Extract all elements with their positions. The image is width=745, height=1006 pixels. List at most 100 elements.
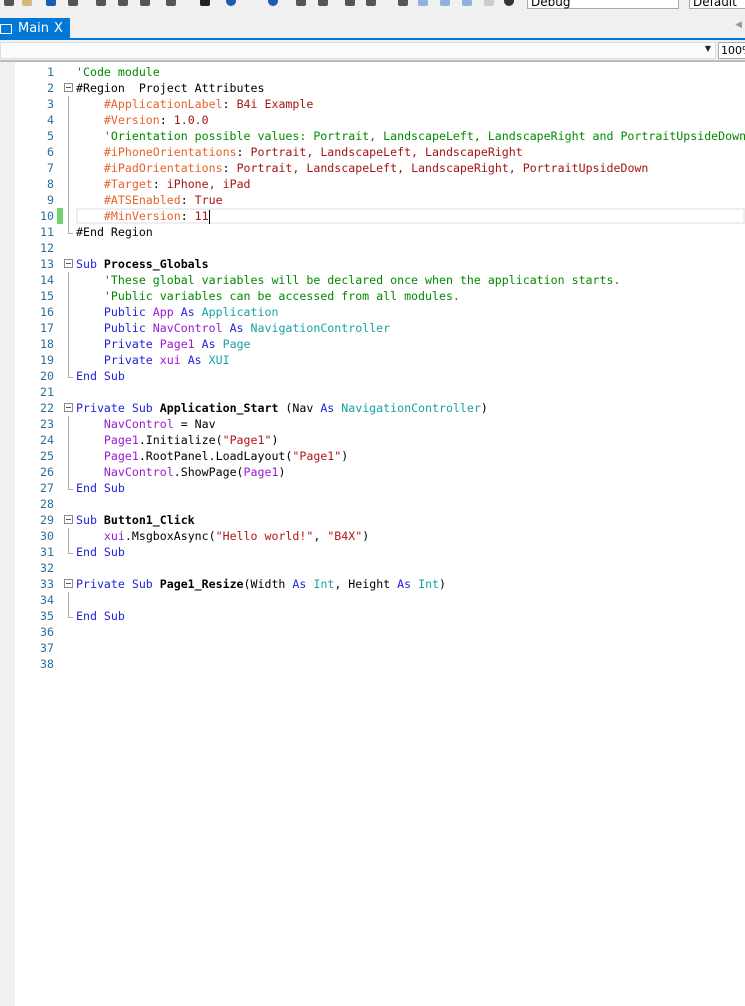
fold-toggle-icon[interactable]: [64, 83, 73, 92]
code-line[interactable]: 4 #Version: 1.0.0: [0, 112, 745, 128]
code-line[interactable]: 2 #Region Project Attributes: [0, 80, 745, 96]
code-line[interactable]: 15 'Public variables can be accessed fro…: [0, 288, 745, 304]
member-select[interactable]: ▼: [0, 42, 716, 59]
code-token: XUI: [208, 353, 230, 367]
code-line[interactable]: 1 'Code module: [0, 64, 745, 80]
code-line[interactable]: 31 End Sub: [0, 544, 745, 560]
code-line[interactable]: 7 #iPadOrientations: Portrait, Landscape…: [0, 160, 745, 176]
code-token: .ShowPage(: [173, 465, 244, 479]
line-number: 19: [40, 353, 54, 367]
paste-icon[interactable]: [140, 0, 150, 6]
code-line[interactable]: 3 #ApplicationLabel: B4i Example: [0, 96, 745, 112]
target-select[interactable]: Default: [689, 0, 745, 9]
code-line[interactable]: 27 End Sub: [0, 480, 745, 496]
code-line[interactable]: 5 'Orientation possible values: Portrait…: [0, 128, 745, 144]
code-token: 'Code module: [76, 65, 160, 79]
code-line[interactable]: 6 #iPhoneOrientations: Portrait, Landsca…: [0, 144, 745, 160]
fold-guide: [68, 224, 73, 234]
code-text: #Region Project Attributes: [76, 80, 264, 96]
step-icon[interactable]: [418, 0, 428, 6]
code-line[interactable]: 30 xui.MsgboxAsync("Hello world!", "B4X"…: [0, 528, 745, 544]
back-icon[interactable]: [226, 0, 236, 6]
code-line[interactable]: 23 NavControl = Nav: [0, 416, 745, 432]
code-line[interactable]: 24 Page1.Initialize("Page1"): [0, 432, 745, 448]
code-line[interactable]: 28: [0, 496, 745, 512]
save-icon[interactable]: [46, 0, 56, 6]
code-line[interactable]: 29 Sub Button1_Click: [0, 512, 745, 528]
fold-guide: [68, 112, 69, 128]
open-file-icon[interactable]: [22, 0, 32, 6]
undo-icon[interactable]: [166, 0, 176, 6]
code-line[interactable]: 26 NavControl.ShowPage(Page1): [0, 464, 745, 480]
code-token: Page1_Resize: [159, 577, 244, 591]
fold-toggle-icon[interactable]: [64, 515, 73, 524]
code-line[interactable]: 25 Page1.RootPanel.LoadLayout("Page1"): [0, 448, 745, 464]
tab-label: Main: [18, 21, 50, 36]
layout-icon[interactable]: [68, 0, 78, 6]
code-token: #Region Project Attributes: [76, 81, 265, 95]
fold-guide: [68, 336, 69, 352]
code-token: Page1: [159, 337, 202, 351]
code-token: Portrait, LandscapeLeft, LandscapeRight: [250, 145, 523, 159]
code-token: End Sub: [76, 609, 125, 623]
code-line[interactable]: 12: [0, 240, 745, 256]
code-line[interactable]: 17 Public NavControl As NavigationContro…: [0, 320, 745, 336]
stop-icon[interactable]: [484, 0, 494, 6]
code-line[interactable]: 33 Private Sub Page1_Resize(Width As Int,…: [0, 576, 745, 592]
close-icon[interactable]: X: [54, 18, 63, 40]
code-line[interactable]: 20 End Sub: [0, 368, 745, 384]
code-text: Sub Process_Globals: [76, 256, 209, 272]
comment-icon[interactable]: [345, 0, 355, 6]
code-token: Private Sub: [76, 401, 160, 415]
fold-guide: [68, 464, 69, 480]
build-config-select[interactable]: Debug: [527, 0, 679, 9]
forward-icon[interactable]: [268, 0, 278, 6]
code-line[interactable]: 38: [0, 656, 745, 672]
bookmark-icon[interactable]: [200, 0, 210, 6]
new-file-icon[interactable]: [4, 0, 14, 6]
cut-icon[interactable]: [118, 0, 128, 6]
code-line[interactable]: 11 #End Region: [0, 224, 745, 240]
copy-icon[interactable]: [96, 0, 106, 6]
tab-main[interactable]: Main X: [0, 18, 70, 40]
step-out-icon[interactable]: [462, 0, 472, 6]
code-line[interactable]: 9 #ATSEnabled: True: [0, 192, 745, 208]
code-line[interactable]: 34: [0, 592, 745, 608]
code-line[interactable]: 21: [0, 384, 745, 400]
run-icon[interactable]: [398, 0, 408, 6]
fold-toggle-icon[interactable]: [64, 259, 73, 268]
code-line[interactable]: 16 Public App As Application: [0, 304, 745, 320]
step-over-icon[interactable]: [440, 0, 450, 6]
code-line[interactable]: 37: [0, 640, 745, 656]
code-token: Page1: [243, 465, 279, 479]
indent-icon[interactable]: [296, 0, 306, 6]
code-line[interactable]: 18 Private Page1 As Page: [0, 336, 745, 352]
uncomment-icon[interactable]: [366, 0, 376, 6]
line-number: 6: [47, 145, 54, 159]
outdent-icon[interactable]: [318, 0, 328, 6]
code-token: ): [480, 401, 488, 415]
code-text: 'Orientation possible values: Portrait, …: [76, 128, 745, 144]
scroll-left-icon[interactable]: ◀: [735, 20, 742, 30]
code-line[interactable]: 36: [0, 624, 745, 640]
code-line[interactable]: 19 Private xui As XUI: [0, 352, 745, 368]
restart-icon[interactable]: [504, 0, 514, 6]
code-token: Int: [418, 577, 440, 591]
code-line[interactable]: 35 End Sub: [0, 608, 745, 624]
code-line[interactable]: 8 #Target: iPhone, iPad: [0, 176, 745, 192]
code-editor[interactable]: 1 'Code module 2 #Region Project Attributes…: [0, 64, 745, 672]
code-line[interactable]: 10 #MinVersion: 11: [0, 208, 745, 224]
code-line[interactable]: 14 'These global variables will be decla…: [0, 272, 745, 288]
fold-toggle-icon[interactable]: [64, 403, 73, 412]
line-number: 29: [40, 513, 54, 527]
code-line[interactable]: 13 Sub Process_Globals: [0, 256, 745, 272]
code-token: :: [222, 97, 237, 111]
code-token: B4i Example: [236, 97, 314, 111]
code-line[interactable]: 22 Private Sub Application_Start (Nav As …: [0, 400, 745, 416]
code-token: "Page1": [292, 449, 342, 463]
code-token: As: [229, 321, 251, 335]
code-line[interactable]: 32: [0, 560, 745, 576]
zoom-select[interactable]: 100%: [718, 42, 745, 59]
fold-toggle-icon[interactable]: [64, 579, 73, 588]
